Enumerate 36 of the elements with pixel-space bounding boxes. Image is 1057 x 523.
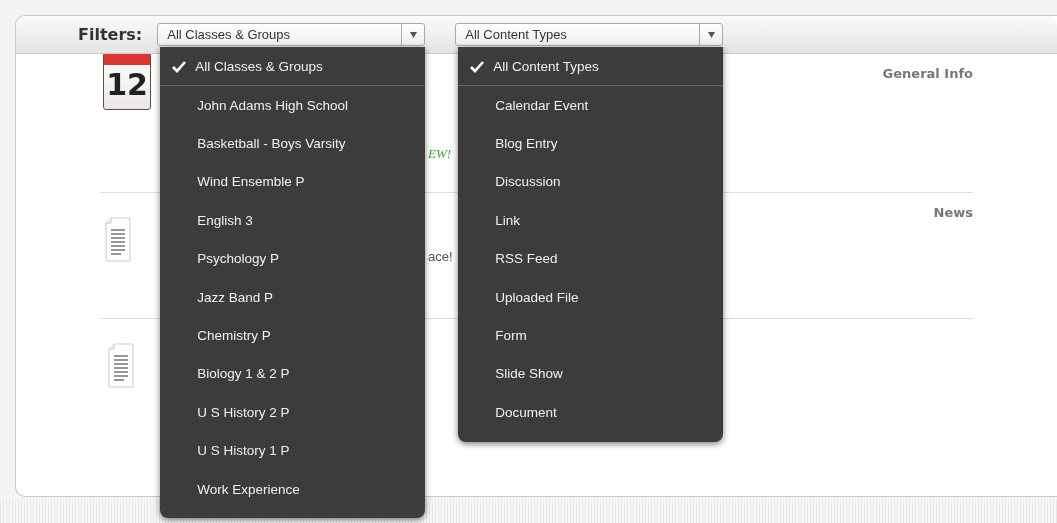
checkmark-icon bbox=[172, 59, 187, 73]
menu-option[interactable]: Chemistry P bbox=[160, 316, 426, 355]
menu-option[interactable]: Work Experience bbox=[160, 469, 426, 509]
filter-dropdown[interactable]: All Classes & Groups bbox=[157, 23, 426, 46]
post-text: ace! bbox=[428, 249, 453, 264]
filter-dropdown[interactable]: All Content Types bbox=[455, 23, 724, 46]
checkmark-icon bbox=[470, 59, 485, 73]
menu-option[interactable]: Document bbox=[458, 393, 724, 432]
caret-icon bbox=[409, 31, 417, 38]
filters-label: Filters: bbox=[78, 25, 143, 44]
menu-option[interactable]: U S History 2 P bbox=[160, 393, 426, 432]
menu-option[interactable]: RSS Feed bbox=[458, 239, 724, 278]
menu-option[interactable]: U S History 1 P bbox=[160, 431, 426, 470]
menu-option[interactable]: John Adams High School bbox=[160, 86, 426, 125]
menu-option[interactable]: Discussion bbox=[458, 162, 724, 202]
menu-option[interactable]: All Classes & Groups bbox=[160, 47, 426, 86]
menu-option[interactable]: Blog Entry bbox=[458, 124, 724, 163]
menu-option[interactable]: Link bbox=[458, 201, 724, 240]
menu-option[interactable]: English 3 bbox=[160, 201, 426, 240]
menu-option[interactable]: Form bbox=[458, 316, 724, 355]
menu-option[interactable]: Jazz Band P bbox=[160, 277, 426, 317]
menu-option[interactable]: Biology 1 & 2 P bbox=[160, 354, 426, 394]
caret-icon bbox=[707, 31, 715, 38]
menu-option[interactable]: Uploaded File bbox=[458, 277, 724, 317]
menu-option[interactable]: Calendar Event bbox=[458, 86, 724, 125]
menu-option[interactable]: All Content Types bbox=[458, 47, 724, 86]
menu-option[interactable]: Psychology P bbox=[160, 239, 426, 278]
menu-option[interactable]: Basketball - Boys Varsity bbox=[160, 124, 426, 163]
document-icon bbox=[105, 217, 131, 262]
menu-option[interactable]: Slide Show bbox=[458, 354, 724, 394]
new-label: EW! bbox=[428, 146, 452, 162]
calendar-icon: 12 bbox=[103, 52, 151, 110]
category-label: General Info bbox=[882, 65, 973, 83]
document-icon bbox=[108, 343, 134, 388]
category-label: News bbox=[933, 204, 973, 222]
menu-option[interactable]: Wind Ensemble P bbox=[160, 162, 426, 202]
